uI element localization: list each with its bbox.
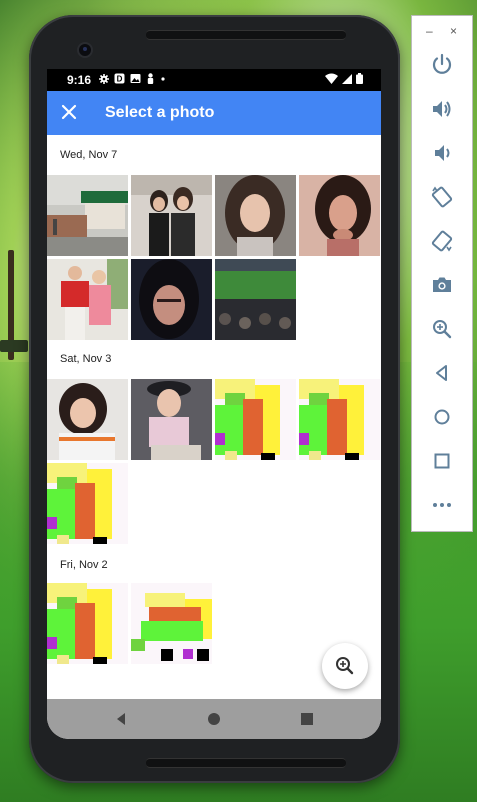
- system-status-icons: [325, 73, 363, 84]
- navigation-bar: [47, 699, 381, 739]
- close-icon[interactable]: [57, 100, 81, 124]
- more-icon[interactable]: [430, 493, 454, 517]
- earpiece-speaker: [146, 30, 346, 40]
- zoom-in-icon: [336, 657, 354, 675]
- photo-thumbnail[interactable]: [215, 259, 296, 340]
- section-date: Fri, Nov 2: [60, 559, 108, 571]
- front-camera: [79, 44, 91, 56]
- emulator-control-panel: – ×: [411, 15, 473, 532]
- bottom-speaker: [146, 758, 346, 768]
- home-icon[interactable]: [206, 711, 222, 727]
- photo-grid: Wed, Nov 7 Sat, Nov 3 Fri, Nov 2: [47, 135, 381, 699]
- wifi-icon: [325, 73, 338, 84]
- back-icon[interactable]: [430, 361, 454, 385]
- home-icon[interactable]: [430, 405, 454, 429]
- minimize-button[interactable]: –: [426, 24, 433, 38]
- person-icon: [147, 73, 154, 84]
- camera-icon[interactable]: [430, 273, 454, 297]
- rotate-right-icon[interactable]: [430, 229, 454, 253]
- section-date: Wed, Nov 7: [60, 149, 118, 161]
- recents-icon[interactable]: [299, 711, 315, 727]
- background-bench: [0, 340, 28, 352]
- photo-thumbnail[interactable]: [47, 175, 128, 256]
- d-badge-icon: D: [114, 73, 125, 84]
- phone-screen: 9:16 D Select a photo Wed, Nov 7 Sat, No…: [47, 69, 381, 739]
- volume-up-icon[interactable]: [430, 97, 454, 121]
- status-bar: 9:16 D: [47, 69, 381, 91]
- pixel-art-thumbnail[interactable]: [299, 379, 380, 460]
- gear-icon: [99, 73, 109, 84]
- page-title: Select a photo: [105, 104, 215, 121]
- notification-icons: D: [99, 73, 166, 84]
- zoom-icon[interactable]: [430, 317, 454, 341]
- gallery-icon: [130, 74, 141, 83]
- pixel-art-thumbnail[interactable]: [47, 583, 128, 664]
- photo-thumbnail[interactable]: [131, 259, 212, 340]
- photo-thumbnail[interactable]: [131, 379, 212, 460]
- photo-thumbnail[interactable]: [47, 379, 128, 460]
- volume-down-icon[interactable]: [430, 141, 454, 165]
- photo-thumbnail[interactable]: [47, 259, 128, 340]
- photo-thumbnail[interactable]: [215, 175, 296, 256]
- pixel-art-thumbnail[interactable]: [47, 463, 128, 544]
- status-time: 9:16: [67, 73, 92, 87]
- close-window-button[interactable]: ×: [450, 24, 457, 38]
- power-icon[interactable]: [430, 52, 454, 76]
- signal-icon: [342, 73, 352, 84]
- rotate-left-icon[interactable]: [430, 185, 454, 209]
- dot-icon: [161, 76, 165, 81]
- battery-icon: [356, 73, 363, 84]
- photo-thumbnail[interactable]: [131, 175, 212, 256]
- app-bar: Select a photo: [47, 91, 381, 135]
- photo-thumbnail[interactable]: [299, 175, 380, 256]
- back-icon[interactable]: [113, 711, 129, 727]
- pixel-art-thumbnail[interactable]: [215, 379, 296, 460]
- overview-icon[interactable]: [430, 449, 454, 473]
- section-date: Sat, Nov 3: [60, 353, 112, 365]
- pixel-art-thumbnail[interactable]: [131, 583, 212, 664]
- svg-text:D: D: [117, 75, 123, 84]
- zoom-fab-button[interactable]: [322, 643, 368, 689]
